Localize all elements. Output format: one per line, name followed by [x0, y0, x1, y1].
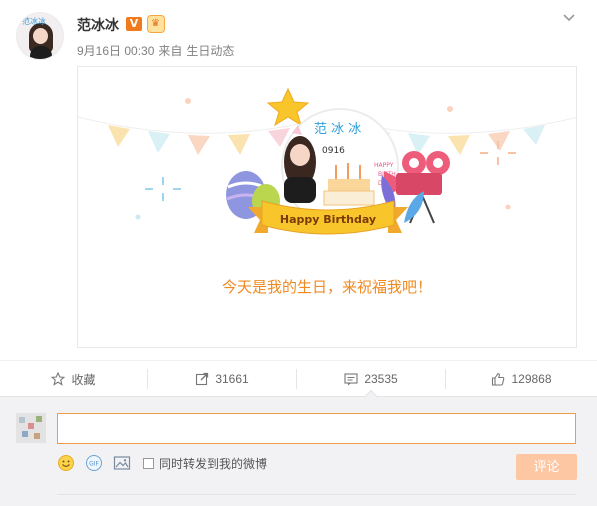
birthday-illustration: 范 冰 冰 0916 HAPPY BIRTH DAY!! [78, 87, 576, 235]
chevron-down-icon[interactable] [561, 10, 577, 26]
svg-text:GIF: GIF [89, 461, 99, 468]
post-date[interactable]: 9月16日 00:30 [77, 44, 154, 58]
verified-badge[interactable]: V [126, 17, 142, 31]
post-meta: 9月16日 00:30 来自 生日动态 [77, 42, 238, 59]
repost-checkbox-label: 同时转发到我的微博 [159, 456, 268, 471]
favorite-label: 收藏 [71, 372, 96, 387]
username[interactable]: 范冰冰 [77, 15, 119, 35]
source-name[interactable]: 生日动态 [186, 44, 234, 58]
repost-count: 31661 [215, 372, 249, 386]
repost-checkbox[interactable]: 同时转发到我的微博 [143, 455, 267, 472]
member-crown-icon[interactable]: ♛ [147, 15, 165, 33]
action-bar: 收藏 31661 23535 129868 [0, 360, 597, 396]
like-button[interactable]: 129868 [446, 361, 597, 397]
like-icon [492, 372, 505, 386]
submit-comment-button[interactable]: 评论 [516, 454, 577, 480]
emoji-icon[interactable] [57, 454, 75, 472]
checkbox-box[interactable] [143, 457, 154, 469]
source-prefix: 来自 [158, 44, 183, 58]
comment-area: GIF 同时转发到我的微博 评论 [0, 396, 597, 506]
divider [57, 494, 576, 495]
current-user-avatar[interactable] [16, 413, 46, 443]
user-avatar[interactable]: 范冰冰 [16, 12, 64, 60]
side-text-1: HAPPY [374, 162, 394, 169]
star-icon [51, 372, 66, 386]
card-date-text: 0916 [322, 146, 345, 156]
image-icon[interactable] [113, 454, 131, 472]
weibo-post: 范冰冰 范冰冰 V ♛ 9月16日 00:30 来自 生日动态 范 冰 冰 09… [0, 0, 597, 360]
repost-button[interactable]: 31661 [148, 361, 296, 397]
like-count: 129868 [511, 372, 552, 386]
favorite-button[interactable]: 收藏 [0, 361, 147, 397]
comment-count: 23535 [364, 372, 398, 386]
avatar-text: 范冰冰 [22, 17, 46, 26]
comment-toolbar: GIF 同时转发到我的微博 [57, 454, 267, 472]
birthday-card[interactable]: 范 冰 冰 0916 HAPPY BIRTH DAY!! [77, 66, 577, 348]
comment-input[interactable] [57, 413, 576, 444]
share-icon [196, 372, 209, 386]
comment-icon [344, 373, 358, 386]
card-name-text: 范 冰 冰 [314, 122, 361, 137]
banner-text: Happy Birthday [280, 213, 376, 226]
card-caption: 今天是我的生日，来祝福我吧！ [221, 279, 432, 296]
gif-icon[interactable]: GIF [85, 454, 103, 472]
